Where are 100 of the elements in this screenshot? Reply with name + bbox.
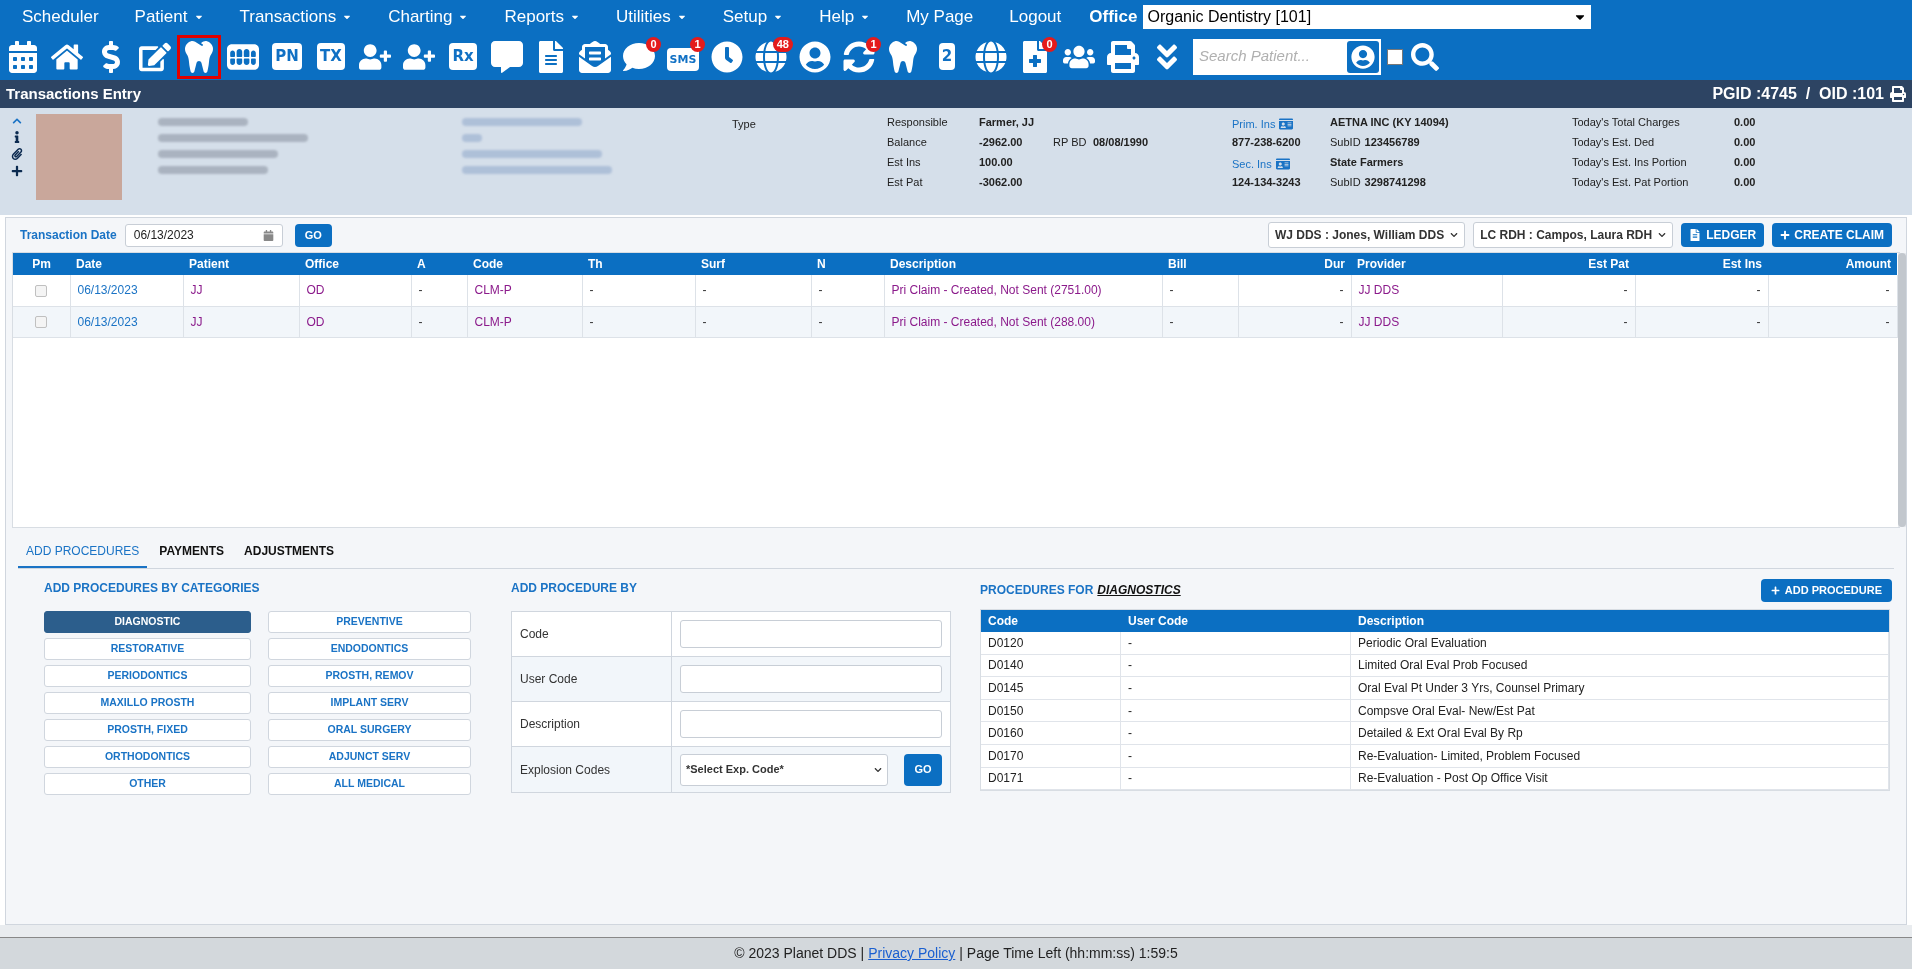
user-search-icon[interactable] (1347, 40, 1379, 73)
table-cell: 06/13/2023 (70, 275, 183, 306)
toolbar-button[interactable]: SMS 1 (661, 34, 705, 79)
field-label: Code (520, 626, 549, 643)
toolbar-button[interactable]: 2 (925, 34, 969, 79)
checkbox[interactable] (1387, 48, 1403, 65)
row-checkbox[interactable] (35, 316, 48, 329)
menu-item[interactable]: Utilities (598, 3, 705, 30)
privacy-policy-link[interactable]: Privacy Policy (868, 943, 956, 964)
table-cell: - (695, 275, 811, 306)
chevron-up-icon[interactable] (12, 116, 22, 126)
toolbar-button[interactable]: 0 (617, 34, 661, 79)
category-button[interactable]: DIAGNOSTIC (44, 611, 251, 633)
provider-select[interactable]: WJ DDS : Jones, William DDS (1267, 222, 1466, 248)
explosion-code-select[interactable]: *Select Exp. Code* (680, 753, 888, 786)
menu-item[interactable]: Help (801, 3, 889, 30)
redacted-text-block (462, 134, 482, 142)
menu-item[interactable]: Scheduler (4, 3, 117, 30)
account-value: -2962.00 (979, 135, 1024, 150)
toolbar-button[interactable]: 48 (749, 34, 793, 79)
category-button[interactable]: ORTHODONTICS (44, 746, 251, 768)
menu-item[interactable]: My Page (888, 3, 992, 30)
insurance-link[interactable]: Prim. Ins (1232, 115, 1276, 133)
rx-icon: Rx (449, 43, 477, 70)
toolbar-button[interactable]: Rx (441, 34, 485, 79)
insurance-card-icon[interactable] (1279, 117, 1294, 131)
category-button[interactable]: ADJUNCT SERV (268, 746, 471, 768)
menu-item[interactable]: Transactions (221, 3, 371, 30)
go-button[interactable]: GO (904, 753, 942, 786)
tab[interactable]: ADD PROCEDURES (18, 540, 148, 568)
paperclip-icon[interactable] (11, 148, 23, 160)
toolbar-button[interactable]: 1 (837, 34, 881, 79)
info-icon[interactable] (12, 131, 22, 143)
date-field[interactable]: 06/13/2023 (124, 223, 283, 247)
go-button[interactable]: GO (294, 223, 332, 247)
account-label: Responsible (887, 115, 949, 130)
table-cell: - (1502, 275, 1635, 306)
pn-icon: PN (272, 43, 302, 70)
table-cell: - (1238, 306, 1351, 337)
input-field[interactable] (680, 710, 942, 738)
ledger-button[interactable]: LEDGER (1681, 223, 1765, 247)
menu-item[interactable]: Patient (116, 3, 222, 30)
menu-item[interactable]: Setup (704, 3, 802, 30)
insurance-card-icon[interactable] (1275, 157, 1290, 171)
category-button[interactable]: ALL MEDICAL (268, 773, 471, 795)
provider-select[interactable]: LC RDH : Campos, Laura RDH (1473, 222, 1674, 248)
category-button[interactable]: PERIODONTICS (44, 665, 251, 687)
category-button[interactable]: ORAL SURGERY (268, 719, 471, 741)
toolbar-button[interactable]: TX (309, 34, 353, 79)
chevron-down-icon (874, 765, 882, 774)
table-cell: - (695, 306, 811, 337)
calendar-icon (7, 40, 39, 73)
notification-badge: 1 (866, 36, 881, 52)
table-cell: - (1121, 767, 1351, 790)
category-button[interactable]: PROSTH, FIXED (44, 719, 251, 741)
toolbar-button[interactable]: PN (265, 34, 309, 79)
table-cell: - (1768, 275, 1897, 306)
category-button[interactable]: RESTORATIVE (44, 638, 251, 660)
tab[interactable]: ADJUSTMENTS (236, 540, 343, 568)
table-cell: Detailed & Ext Oral Eval By Rp (1351, 722, 1889, 744)
field-label: Description (520, 716, 581, 733)
table-cell: Limited Oral Eval Prob Focused (1351, 654, 1889, 677)
menu-item[interactable]: Charting (370, 3, 487, 30)
insurance-carrier: AETNA INC (KY 14094) (1330, 115, 1450, 130)
search-input[interactable]: Search Patient... (1199, 45, 1339, 68)
category-button[interactable]: IMPLANT SERV (268, 692, 471, 714)
tooth-number-icon: 2 (938, 43, 956, 70)
menu-item[interactable]: Reports (486, 3, 598, 30)
category-button[interactable]: PREVENTIVE (268, 611, 471, 633)
search-field[interactable]: Search Patient... (1193, 38, 1381, 75)
tooth-icon (887, 40, 919, 73)
input-field[interactable] (680, 665, 942, 693)
subid-value: 123456789 (1364, 135, 1420, 150)
category-button[interactable]: MAXILLO PROSTH (44, 692, 251, 714)
insurance-link[interactable]: Sec. Ins (1232, 155, 1272, 173)
chevron-down-icon (1658, 231, 1667, 239)
column-header: Est Pat (1502, 253, 1635, 275)
toolbar-button[interactable]: 0 (1013, 34, 1057, 79)
plus-icon[interactable] (11, 165, 23, 177)
add-procedure-button[interactable]: ADD PROCEDURE (1760, 578, 1892, 602)
table-cell: D0120 (981, 632, 1121, 654)
tab[interactable]: PAYMENTS (151, 540, 233, 568)
table-cell: - (1121, 677, 1351, 699)
table-cell: - (1121, 699, 1351, 722)
page-title: Transactions Entry (6, 83, 142, 104)
category-button[interactable]: ENDODONTICS (268, 638, 471, 660)
column-header: Bill (1162, 253, 1238, 275)
office-select[interactable]: Organic Dentistry [101] (1143, 4, 1592, 29)
toolbar-button[interactable] (177, 34, 221, 79)
create-claim-button[interactable]: CREATE CLAIM (1772, 223, 1892, 247)
category-button[interactable]: OTHER (44, 773, 251, 795)
category-button[interactable]: PROSTH, REMOV (268, 665, 471, 687)
menu-item[interactable]: Logout (991, 3, 1080, 30)
input-field[interactable] (680, 620, 942, 648)
row-checkbox[interactable] (35, 285, 48, 298)
search-icon[interactable] (1411, 42, 1439, 71)
printer-icon[interactable] (1890, 86, 1906, 102)
clock-icon (711, 40, 743, 73)
table-cell: - (1121, 744, 1351, 767)
table-cell: - (1162, 306, 1238, 337)
